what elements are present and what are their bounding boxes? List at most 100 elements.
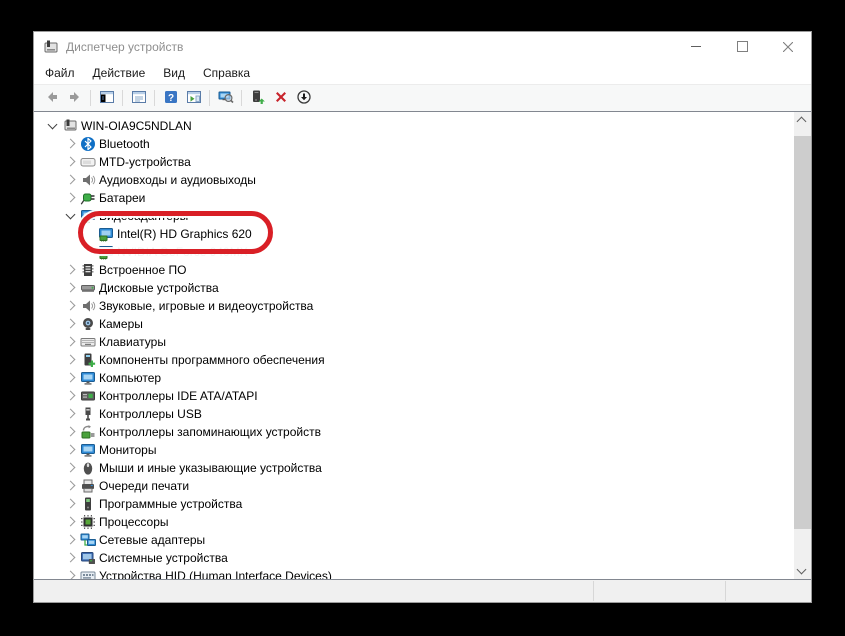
tree-item[interactable]: Intel(R) HD Graphics 620 [34,225,794,243]
tree-item[interactable]: Мыши и иные указывающие устройства [34,459,794,477]
tree-item-label: Встроенное ПО [99,263,186,277]
tree-item-label: MTD-устройства [99,155,191,169]
tree-item[interactable]: WIN-OIA9C5NDLAN [34,117,794,135]
toolbar-scan-hardware-button[interactable] [214,87,237,109]
chevron-right-icon[interactable] [62,297,80,315]
chevron-right-icon[interactable] [62,531,80,549]
tree-item-label: Очереди печати [99,479,189,493]
tree-item-label: WIN-OIA9C5NDLAN [81,119,192,133]
camera-icon [80,316,96,332]
tree-item[interactable]: Контроллеры USB [34,405,794,423]
toolbar-separator [154,90,155,106]
tree-item[interactable]: Аудиовходы и аудиовыходы [34,171,794,189]
chevron-right-icon[interactable] [62,279,80,297]
chevron-right-icon[interactable] [62,495,80,513]
tree-item[interactable]: Видеоадаптеры [34,207,794,225]
device-tree: WIN-OIA9C5NDLAN Bluetooth MTD-устройства Ау… [34,112,794,579]
chevron-right-icon[interactable] [62,387,80,405]
title-bar[interactable]: Диспетчер устройств [34,32,811,61]
statusbar-separator [593,581,594,601]
tree-item-label: Контроллеры IDE ATA/ATAPI [99,389,258,403]
scroll-down-button[interactable] [794,562,811,579]
tree-item[interactable]: Устройства HID (Human Interface Devices) [34,567,794,579]
tree-item[interactable]: Батареи [34,189,794,207]
chevron-right-icon[interactable] [62,315,80,333]
toolbar-update-driver-button[interactable] [246,87,269,109]
toolbar-separator [90,90,91,106]
tree-item[interactable]: Компьютер [34,369,794,387]
chevron-down-icon[interactable] [44,117,62,135]
chevron-right-icon[interactable] [62,405,80,423]
vertical-scrollbar[interactable] [794,112,811,579]
tree-item-label: Батареи [99,191,145,205]
tree-item[interactable]: Клавиатуры [34,333,794,351]
forward-icon [67,89,83,108]
chevron-placeholder [80,225,98,243]
tree-item-label: Контроллеры запоминающих устройств [99,425,321,439]
menu-item-3[interactable]: Справка [194,63,259,83]
menu-item-0[interactable]: Файл [36,63,84,83]
tree-item[interactable]: Звуковые, игровые и видеоустройства [34,297,794,315]
tree-item-label: Аудиовходы и аудиовыходы [99,173,256,187]
tree-item[interactable]: Встроенное ПО [34,261,794,279]
chevron-right-icon[interactable] [62,261,80,279]
tree-item[interactable]: Мониторы [34,441,794,459]
mouse-icon [80,460,96,476]
chevron-right-icon[interactable] [62,513,80,531]
scrollbar-thumb[interactable] [794,136,811,529]
toolbar-extended-view-button[interactable] [182,87,205,109]
close-button[interactable] [765,32,811,61]
chevron-right-icon[interactable] [62,189,80,207]
system-device-icon [80,550,96,566]
tree-item-label: Мониторы [99,443,156,457]
tree-item-label: Intel(R) HD Graphics 620 [117,227,252,241]
toolbar-back-button[interactable] [40,87,63,109]
toolbar-disable-device-button[interactable] [292,87,315,109]
toolbar-uninstall-device-button[interactable] [269,87,292,109]
chevron-down-icon[interactable] [62,207,80,225]
chevron-right-icon[interactable] [62,135,80,153]
tree-item[interactable]: Bluetooth [34,135,794,153]
tree-item[interactable]: Системные устройства [34,549,794,567]
menu-item-1[interactable]: Действие [84,63,155,83]
tree-item[interactable]: Очереди печати [34,477,794,495]
tree-item[interactable]: Дисковые устройства [34,279,794,297]
tree-item[interactable]: Сетевые адаптеры [34,531,794,549]
chevron-right-icon[interactable] [62,459,80,477]
maximize-button[interactable] [719,32,765,61]
disk-drive-icon [80,280,96,296]
tree-item[interactable]: Камеры [34,315,794,333]
chevron-right-icon[interactable] [62,333,80,351]
tree-item-label: Контроллеры USB [99,407,202,421]
monitor-icon [80,370,96,386]
chevron-right-icon[interactable] [62,171,80,189]
tree-item[interactable]: Компоненты программного обеспечения [34,351,794,369]
display-adapter-icon [80,208,96,224]
minimize-icon [691,46,701,47]
chevron-right-icon[interactable] [62,351,80,369]
toolbar-forward-button[interactable] [63,87,86,109]
chevron-right-icon[interactable] [62,549,80,567]
tree-item[interactable]: Контроллеры IDE ATA/ATAPI [34,387,794,405]
chevron-right-icon[interactable] [62,441,80,459]
minimize-button[interactable] [673,32,719,61]
chevron-right-icon[interactable] [62,567,80,579]
firmware-icon [80,262,96,278]
chevron-right-icon[interactable] [62,477,80,495]
scroll-up-button[interactable] [794,112,811,129]
toolbar-help-button[interactable]: ? [159,87,182,109]
tree-item[interactable]: Процессоры [34,513,794,531]
chevron-right-icon[interactable] [62,423,80,441]
menu-item-2[interactable]: Вид [154,63,194,83]
processor-icon [80,514,96,530]
device-manager-window: Диспетчер устройств ФайлДействиеВидСправ… [33,31,812,603]
tree-item[interactable]: NVIDIA GeForce 940MX [34,243,794,261]
toolbar-properties-button[interactable] [127,87,150,109]
tree-item-label: Программные устройства [99,497,242,511]
chevron-right-icon[interactable] [62,369,80,387]
toolbar-console-tree-button[interactable] [95,87,118,109]
tree-item[interactable]: Программные устройства [34,495,794,513]
tree-item[interactable]: MTD-устройства [34,153,794,171]
chevron-right-icon[interactable] [62,153,80,171]
tree-item[interactable]: Контроллеры запоминающих устройств [34,423,794,441]
